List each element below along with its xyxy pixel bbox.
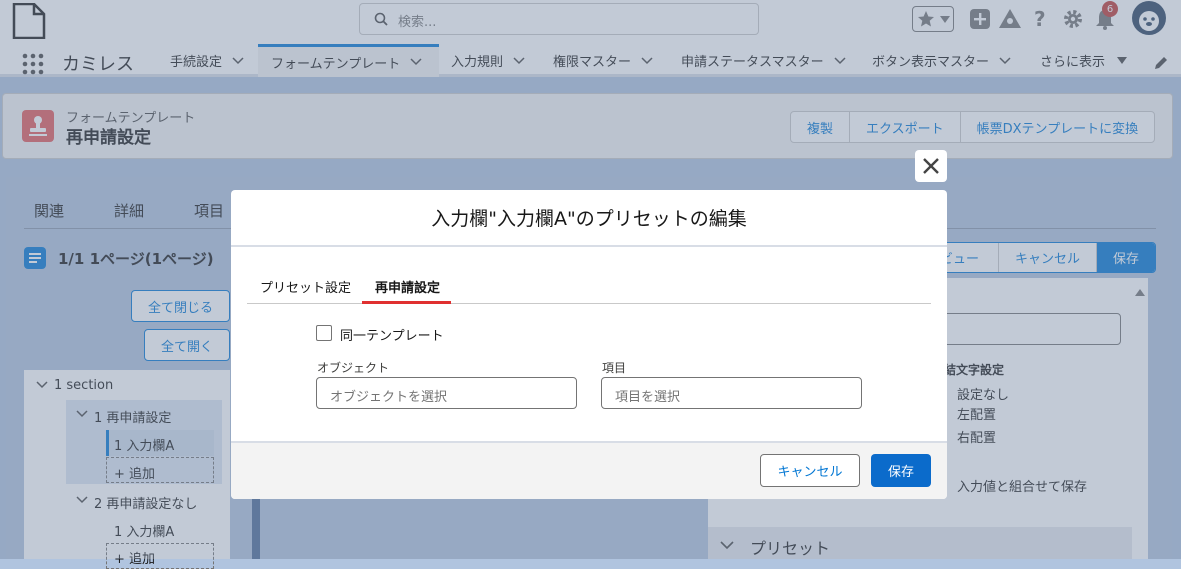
field-placeholder: 項目を選択 (615, 390, 681, 405)
tab-resubmit-settings[interactable]: 再申請設定 (375, 277, 440, 296)
same-template-label[interactable]: 同一テンプレート (340, 325, 444, 344)
field-select-input[interactable]: 項目を選択 (601, 377, 862, 409)
same-template-checkbox[interactable] (316, 325, 332, 341)
tab-bar-divider (247, 303, 931, 304)
modal-save-button[interactable]: 保存 (871, 454, 931, 487)
modal-close-button[interactable] (915, 150, 947, 182)
close-icon (923, 158, 939, 174)
preset-edit-modal: 入力欄"入力欄A"のプリセットの編集 プリセット設定 再申請設定 同一テンプレー… (231, 190, 947, 499)
modal-cancel-button[interactable]: キャンセル (760, 454, 860, 487)
object-select-input[interactable]: オブジェクトを選択 (316, 377, 577, 409)
object-placeholder: オブジェクトを選択 (330, 390, 448, 405)
field-field-label: 項目 (602, 361, 627, 375)
object-field-label: オブジェクト (317, 361, 390, 375)
tab-preset-settings[interactable]: プリセット設定 (260, 277, 351, 296)
active-tab-indicator (362, 301, 451, 304)
modal-title: 入力欄"入力欄A"のプリセットの編集 (231, 190, 947, 247)
